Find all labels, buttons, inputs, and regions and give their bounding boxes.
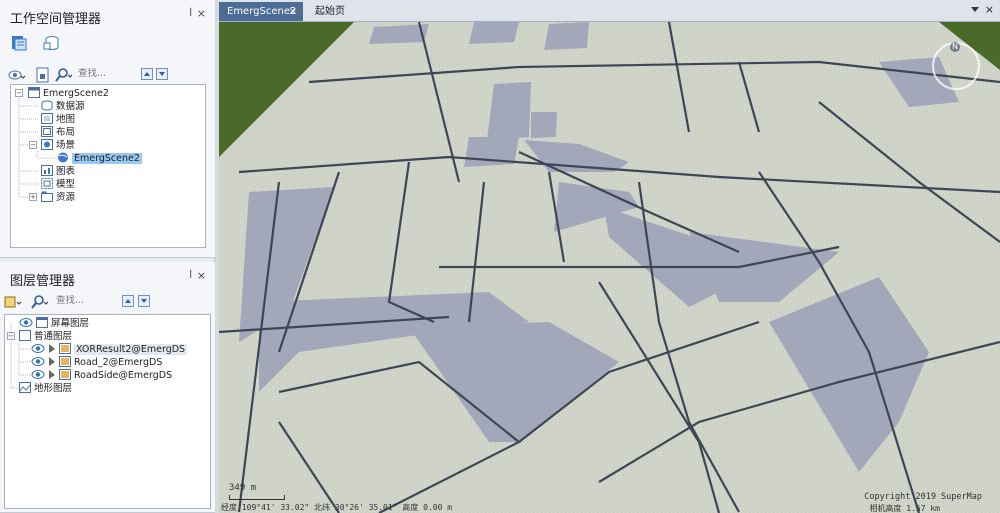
layer-node-roadside[interactable]: RoadSide@EmergDS [31, 369, 172, 382]
close-icon[interactable]: × [197, 7, 206, 20]
close-icon[interactable]: × [985, 3, 994, 16]
open-workspace-icon[interactable] [8, 67, 26, 83]
search-down-button[interactable] [156, 68, 168, 80]
layer-manager-panel: 图层管理器 ꟾ × 屏幕图层 [0, 262, 215, 513]
chevron-down-icon[interactable] [970, 4, 980, 14]
layer-label-terrain: 地形图层 [34, 383, 73, 394]
layer-label-xorresult: XORResult2@EmergDS [74, 344, 188, 355]
search-icon[interactable] [54, 67, 72, 83]
screen-layer-icon [36, 317, 48, 328]
workspace-manager-panel: 工作空间管理器 ꟾ × 查找... − EmergScene2 数据源 地图 布… [0, 0, 215, 258]
tab-emergscene2[interactable]: EmergScene2 × [219, 2, 303, 21]
layer-options-icon[interactable] [4, 294, 22, 310]
tab-label-emergscene2: EmergScene2 [227, 6, 297, 17]
tab-close-icon[interactable]: × [289, 2, 297, 21]
workspace-view-switch [10, 34, 90, 56]
layer-label-roadside: RoadSide@EmergDS [74, 370, 173, 381]
scene-render [219, 22, 1000, 513]
layer-node-road2[interactable]: Road_2@EmergDS [31, 356, 162, 369]
compass-north-label: N [950, 42, 960, 52]
layer-search-input[interactable] [56, 295, 104, 306]
coordinate-status: 经度 109°41' 33.02" 北纬 30°26' 35.01" 高度 0.… [221, 503, 453, 512]
workspace-tree: − EmergScene2 数据源 地图 布局 − 场景 EmergScene2… [10, 84, 206, 248]
layer-label-road2: Road_2@EmergDS [74, 357, 163, 368]
layer-label-normal: 普通图层 [34, 331, 73, 342]
select-arrow-icon[interactable] [48, 356, 56, 367]
document-tabs: EmergScene2 × 起始页 × [219, 0, 1000, 22]
workspace-search-input[interactable] [78, 68, 126, 79]
pin-icon[interactable]: ꟾ [189, 271, 192, 281]
scale-label: 349 m [229, 483, 257, 493]
tree-lines [7, 323, 31, 389]
region-layer-icon [59, 343, 71, 354]
tab-start-page[interactable]: 起始页 [307, 2, 353, 21]
left-dock: 工作空间管理器 ꟾ × 查找... − EmergScene2 数据源 地图 布… [0, 0, 215, 513]
close-icon[interactable]: × [197, 269, 206, 282]
layer-panel-title: 图层管理器 [10, 274, 76, 289]
workspace-tree-icon[interactable] [10, 34, 28, 52]
scene-viewport[interactable]: N 349 m Copyright 2019 SuperMap 经度 109°4… [219, 22, 1000, 513]
search-icon[interactable] [30, 294, 48, 310]
region-layer-icon [59, 356, 71, 367]
layer-toolbar [4, 293, 204, 311]
layer-node-xorresult[interactable]: XORResult2@EmergDS [31, 343, 188, 356]
copyright-text: Copyright 2019 SuperMap [864, 492, 982, 502]
search-up-button[interactable] [122, 295, 134, 307]
workspace-panel-title: 工作空间管理器 [10, 12, 102, 27]
scale-bar [229, 495, 285, 500]
search-down-button[interactable] [138, 295, 150, 307]
save-workspace-icon[interactable] [34, 67, 52, 83]
camera-height: 相机高度 1.57 km [869, 504, 940, 513]
workspace-toolbar [8, 66, 208, 84]
search-up-button[interactable] [141, 68, 153, 80]
tree-lines [18, 96, 55, 198]
database-icon[interactable] [42, 34, 60, 52]
layer-tree: 屏幕图层 − 普通图层 XORResult2@EmergDS Road_2@Em… [4, 314, 211, 509]
select-arrow-icon[interactable] [48, 369, 56, 380]
select-arrow-icon[interactable] [48, 343, 56, 354]
region-layer-icon [59, 369, 71, 380]
tree-label-scene-child: EmergScene2 [72, 153, 142, 164]
layer-label-screen: 屏幕图层 [51, 318, 90, 329]
app-window: 工作空间管理器 ꟾ × 查找... − EmergScene2 数据源 地图 布… [0, 0, 1000, 513]
pin-icon[interactable]: ꟾ [189, 9, 192, 19]
